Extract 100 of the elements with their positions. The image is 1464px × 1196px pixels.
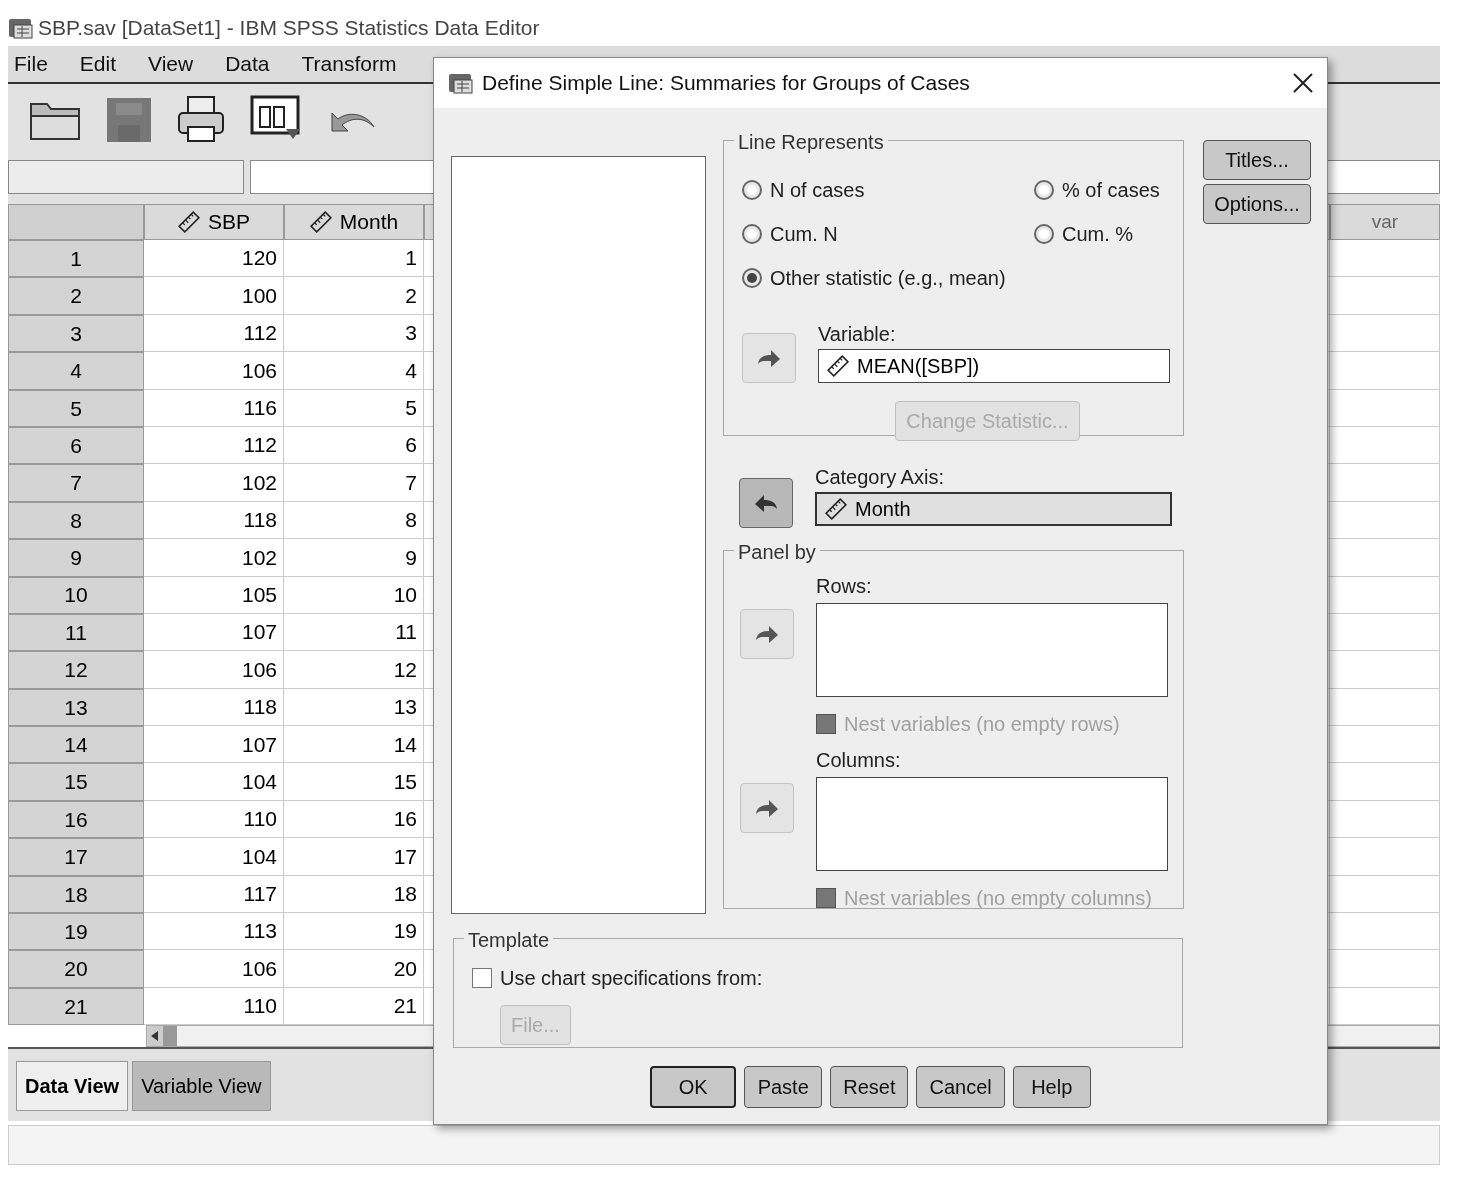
dialog-button[interactable]: Paste xyxy=(744,1066,823,1108)
table-cell: 15 xyxy=(284,763,424,801)
table-cell: 13 xyxy=(284,688,424,727)
radio-label: N of cases xyxy=(770,178,865,203)
table-cell: 117 xyxy=(144,875,284,914)
menu-item[interactable]: Data xyxy=(225,48,270,80)
right-arrow-icon xyxy=(754,798,780,818)
category-axis-field[interactable]: Month xyxy=(815,492,1172,526)
table-cell: 18 xyxy=(284,875,424,914)
column-header[interactable]: SBP xyxy=(144,204,284,240)
window-title: SBP.sav [DataSet1] - IBM SPSS Statistics Data Editor xyxy=(38,15,540,42)
table-cell: 12 xyxy=(284,651,424,689)
menu-item[interactable]: Transform xyxy=(301,48,397,80)
row-number[interactable]: 6 xyxy=(8,426,144,465)
field-label: Variable: xyxy=(818,322,897,347)
field-label: Rows: xyxy=(816,574,873,599)
table-cell: 105 xyxy=(144,576,284,614)
columns-list-field[interactable] xyxy=(816,777,1168,871)
side-button[interactable]: Options... xyxy=(1203,184,1311,224)
variable-field[interactable]: MEAN([SBP]) xyxy=(818,349,1170,383)
table-cell: 9 xyxy=(284,539,424,577)
row-number[interactable]: 4 xyxy=(8,352,144,390)
app-icon xyxy=(8,16,34,40)
checkbox[interactable] xyxy=(472,968,492,988)
row-number[interactable]: 20 xyxy=(8,950,144,988)
radio-label: Cum. % xyxy=(1062,222,1134,247)
table-cell: 102 xyxy=(144,464,284,502)
move-arrow-button[interactable] xyxy=(740,609,794,659)
row-number[interactable]: 19 xyxy=(8,913,144,951)
radio-button[interactable] xyxy=(1034,224,1054,244)
row-number[interactable]: 17 xyxy=(8,838,144,876)
table-cell: 106 xyxy=(144,950,284,988)
row-number[interactable]: 11 xyxy=(8,613,144,652)
table-cell: 104 xyxy=(144,763,284,801)
field-label: Category Axis: xyxy=(815,465,945,490)
radio-button[interactable] xyxy=(742,180,762,200)
row-number[interactable]: 16 xyxy=(8,800,144,839)
row-number[interactable]: 2 xyxy=(8,277,144,315)
table-cell: 14 xyxy=(284,726,424,764)
move-arrow-button[interactable] xyxy=(742,333,796,383)
right-arrow-icon xyxy=(756,348,782,368)
row-number[interactable]: 15 xyxy=(8,763,144,801)
table-cell: 112 xyxy=(144,314,284,353)
table-cell: 16 xyxy=(284,800,424,839)
menu-item[interactable]: File xyxy=(14,48,48,80)
radio-button[interactable] xyxy=(742,224,762,244)
radio-label: Cum. N xyxy=(770,222,838,247)
row-number[interactable]: 13 xyxy=(8,688,144,727)
checkbox-label: Nest variables (no empty columns) xyxy=(844,886,1152,911)
ruler-icon xyxy=(178,211,200,233)
table-cell: 106 xyxy=(144,352,284,390)
table-cell: 102 xyxy=(144,539,284,577)
app-icon xyxy=(448,71,474,95)
row-number[interactable]: 12 xyxy=(8,651,144,689)
menu-item[interactable]: View xyxy=(148,48,194,80)
dialog-button[interactable]: Cancel xyxy=(916,1066,1005,1108)
dialog-button[interactable]: OK xyxy=(650,1066,737,1108)
table-cell: 107 xyxy=(144,613,284,652)
table-cell: 4 xyxy=(284,352,424,390)
table-cell: 107 xyxy=(144,726,284,764)
row-number[interactable]: 1 xyxy=(8,240,144,278)
row-number[interactable]: 8 xyxy=(8,501,144,540)
row-number[interactable]: 3 xyxy=(8,314,144,353)
dialog-button[interactable]: Help xyxy=(1012,1066,1091,1108)
table-cell: 118 xyxy=(144,501,284,540)
row-number[interactable]: 18 xyxy=(8,875,144,914)
move-arrow-button[interactable] xyxy=(740,783,794,833)
menu-item[interactable]: Edit xyxy=(79,48,117,80)
row-number[interactable]: 9 xyxy=(8,539,144,577)
table-cell: 113 xyxy=(144,913,284,951)
side-button[interactable]: Titles... xyxy=(1203,140,1311,180)
view-tab[interactable]: Variable View xyxy=(132,1061,271,1112)
print-icon[interactable] xyxy=(176,95,226,145)
view-tab[interactable]: Data View xyxy=(16,1061,129,1112)
column-header[interactable]: Month xyxy=(284,204,424,240)
row-number[interactable]: 10 xyxy=(8,576,144,614)
row-number[interactable]: 7 xyxy=(8,464,144,502)
cell-reference-field[interactable] xyxy=(8,160,244,194)
radio-button[interactable] xyxy=(1034,180,1054,200)
move-arrow-button[interactable] xyxy=(739,478,793,528)
dialog-title: Define Simple Line: Summaries for Groups of Cases xyxy=(482,70,971,97)
radio-label: Other statistic (e.g., mean) xyxy=(770,266,1006,291)
scroll-thumb[interactable] xyxy=(163,1026,177,1047)
field-label: Columns: xyxy=(816,748,902,773)
table-cell: 100 xyxy=(144,277,284,315)
save-icon[interactable] xyxy=(106,97,152,143)
row-number[interactable]: 21 xyxy=(8,987,144,1026)
dialog-button[interactable]: Reset xyxy=(830,1066,909,1108)
table-cell: 2 xyxy=(284,277,424,315)
close-icon[interactable] xyxy=(1293,73,1313,93)
column-header[interactable]: var xyxy=(1330,204,1440,240)
row-number[interactable]: 5 xyxy=(8,389,144,427)
scroll-left-icon[interactable] xyxy=(147,1026,163,1047)
radio-button[interactable] xyxy=(742,268,762,288)
row-number[interactable]: 14 xyxy=(8,726,144,764)
rows-list-field[interactable] xyxy=(816,603,1168,697)
table-cell: 7 xyxy=(284,464,424,502)
table-cell: 19 xyxy=(284,913,424,951)
table-cell: 3 xyxy=(284,314,424,353)
checkbox-label: Nest variables (no empty rows) xyxy=(844,712,1120,737)
